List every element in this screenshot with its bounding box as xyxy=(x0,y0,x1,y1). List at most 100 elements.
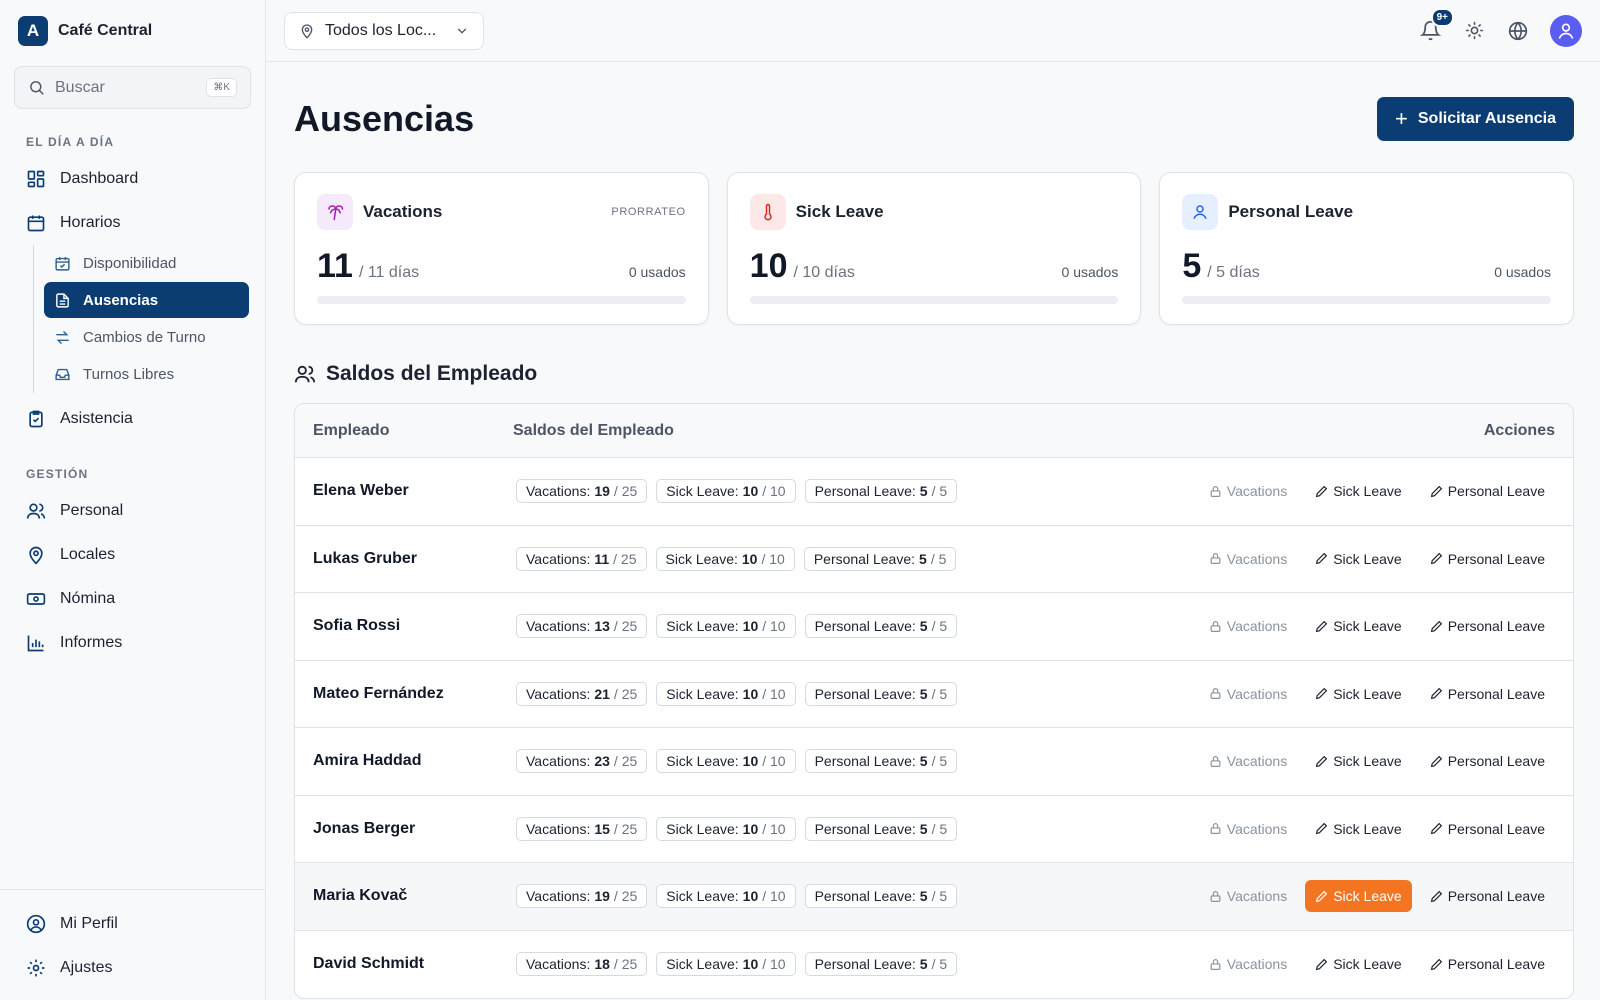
chip-total: / 25 xyxy=(613,685,638,702)
search-input[interactable]: Buscar ⌘K xyxy=(14,66,251,109)
action-label: Personal Leave xyxy=(1447,753,1545,770)
dashboard-icon xyxy=(26,169,46,189)
chip-total: / 25 xyxy=(613,820,638,837)
chip-label: Sick Leave: xyxy=(665,550,738,567)
chip-label: Vacations: xyxy=(526,888,591,905)
table-row: David Schmidt Vacations: 18/ 25 Sick Leav… xyxy=(295,931,1573,999)
nav-label: Personal xyxy=(60,502,124,519)
avatar[interactable] xyxy=(1550,14,1582,47)
chip-value: 5 xyxy=(919,820,928,837)
nav-label: Ajustes xyxy=(60,959,113,976)
edit-sick-leave-button[interactable]: Sick Leave xyxy=(1305,813,1411,845)
lock-icon xyxy=(1209,755,1222,768)
nav-label: Informes xyxy=(60,634,123,651)
gear-icon xyxy=(26,958,46,978)
edit-sick-leave-button[interactable]: Sick Leave xyxy=(1305,610,1411,642)
sidebar-item-cambios-de-turno[interactable]: Cambios de Turno xyxy=(44,319,249,355)
card-used: 0 usados xyxy=(1494,264,1552,280)
chip-value: 21 xyxy=(594,685,610,702)
usage-bar xyxy=(1182,296,1552,304)
edit-personal-leave-button[interactable]: Personal Leave xyxy=(1420,610,1555,642)
chip-value: 23 xyxy=(594,753,610,770)
swap-icon xyxy=(54,329,71,346)
edit-sick-leave-button[interactable]: Sick Leave xyxy=(1305,475,1411,507)
sidebar-item-ausencias[interactable]: Ausencias xyxy=(44,282,249,318)
vacations-locked-button[interactable]: Vacations xyxy=(1199,475,1297,507)
vacations-balance-chip: Vacations: 11/ 25 xyxy=(516,546,647,571)
vacations-locked-button[interactable]: Vacations xyxy=(1199,813,1297,845)
edit-personal-leave-button[interactable]: Personal Leave xyxy=(1420,475,1555,507)
nav-item-ajustes[interactable]: Ajustes xyxy=(0,946,265,990)
row-actions: Vacations Sick Leave Personal Leave xyxy=(1199,678,1555,710)
sub-label: Cambios de Turno xyxy=(83,328,206,346)
edit-sick-leave-button[interactable]: Sick Leave xyxy=(1305,745,1411,777)
edit-personal-leave-button[interactable]: Personal Leave xyxy=(1420,543,1555,575)
action-label: Vacations xyxy=(1226,618,1288,635)
edit-sick-leave-button[interactable]: Sick Leave xyxy=(1305,948,1411,980)
nav-item-nomina[interactable]: Nómina xyxy=(0,577,265,621)
sick-leave-balance-chip: Sick Leave: 10/ 10 xyxy=(656,749,796,774)
nav-item-personal[interactable]: Personal xyxy=(0,489,265,533)
chip-total: / 10 xyxy=(762,888,786,905)
card-total: / 10 días xyxy=(793,264,855,281)
edit-personal-leave-button[interactable]: Personal Leave xyxy=(1420,813,1555,845)
chip-value: 10 xyxy=(741,550,758,567)
language-button[interactable] xyxy=(1506,19,1530,43)
nav-item-asistencia[interactable]: Asistencia xyxy=(0,397,265,441)
nav-item-horarios[interactable]: Horarios xyxy=(0,201,265,245)
vacations-locked-button[interactable]: Vacations xyxy=(1199,543,1297,575)
chip-value: 10 xyxy=(742,820,759,837)
chip-value: 5 xyxy=(919,956,928,973)
sub-label: Turnos Libres xyxy=(83,365,175,383)
chip-label: Vacations: xyxy=(526,820,591,837)
chip-label: Vacations: xyxy=(526,550,591,567)
balances-section-header: Saldos del Empleado xyxy=(294,359,1574,389)
brand-name: Café Central xyxy=(58,22,153,39)
personal-leave-balance-chip: Personal Leave: 5/ 5 xyxy=(804,816,958,841)
vacations-locked-button[interactable]: Vacations xyxy=(1199,880,1297,912)
vacations-locked-button[interactable]: Vacations xyxy=(1199,610,1297,642)
edit-personal-leave-button[interactable]: Personal Leave xyxy=(1420,678,1555,710)
sick-leave-balance-chip: Sick Leave: 10/ 10 xyxy=(656,884,796,909)
row-actions: Vacations Sick Leave Personal Leave xyxy=(1199,948,1555,980)
balance-chips: Vacations: 13/ 25 Sick Leave: 10/ 10 Perso… xyxy=(516,614,1199,639)
vacations-balance-chip: Vacations: 18/ 25 xyxy=(516,952,648,977)
edit-personal-leave-button[interactable]: Personal Leave xyxy=(1420,880,1555,912)
request-absence-button[interactable]: + Solicitar Ausencia xyxy=(1377,97,1574,141)
chip-label: Personal Leave: xyxy=(814,753,916,770)
chip-label: Sick Leave: xyxy=(666,956,739,973)
card-sick-leave: Sick Leave 10 / 10 días 0 usados xyxy=(726,172,1142,325)
calendar-check-icon xyxy=(54,255,71,272)
vacations-locked-button[interactable]: Vacations xyxy=(1199,745,1297,777)
card-remaining-value: 10 xyxy=(749,247,788,285)
nav-item-mi-perfil[interactable]: Mi Perfil xyxy=(0,902,265,946)
nav-item-informes[interactable]: Informes xyxy=(0,621,265,665)
card-total: / 11 días xyxy=(358,264,420,281)
edit-sick-leave-button[interactable]: Sick Leave xyxy=(1305,880,1412,913)
edit-sick-leave-button[interactable]: Sick Leave xyxy=(1305,678,1411,710)
vacations-locked-button[interactable]: Vacations xyxy=(1199,678,1297,710)
edit-sick-leave-button[interactable]: Sick Leave xyxy=(1305,543,1411,575)
vacations-locked-button[interactable]: Vacations xyxy=(1199,948,1297,980)
edit-personal-leave-button[interactable]: Personal Leave xyxy=(1420,948,1555,980)
sidebar-item-turnos-libres[interactable]: Turnos Libres xyxy=(44,356,249,392)
edit-personal-leave-button[interactable]: Personal Leave xyxy=(1420,745,1555,777)
action-label: Vacations xyxy=(1226,483,1288,500)
nav-item-locales[interactable]: Locales xyxy=(0,533,265,577)
balance-chips: Vacations: 19/ 25 Sick Leave: 10/ 10 Perso… xyxy=(516,479,1199,504)
column-header-balances: Saldos del Empleado xyxy=(513,421,674,439)
action-label: Sick Leave xyxy=(1333,753,1402,770)
table-row: Mateo Fernández Vacations: 21/ 25 Sick Le… xyxy=(295,661,1573,728)
notifications-button[interactable]: 9+ xyxy=(1418,7,1454,43)
nav-item-dashboard[interactable]: Dashboard xyxy=(0,157,265,201)
column-header-actions: Acciones xyxy=(1483,421,1555,439)
sick-leave-balance-chip: Sick Leave: 10/ 10 xyxy=(656,952,796,977)
theme-toggle-button[interactable] xyxy=(1462,19,1486,43)
action-label: Personal Leave xyxy=(1447,820,1545,837)
chip-value: 10 xyxy=(742,753,759,770)
sidebar-item-disponibilidad[interactable]: Disponibilidad xyxy=(44,245,249,281)
chip-total: / 10 xyxy=(762,820,786,837)
action-label: Sick Leave xyxy=(1333,888,1402,905)
location-select[interactable]: Todos los Loc... xyxy=(284,11,484,50)
search-shortcut: ⌘K xyxy=(206,78,237,97)
